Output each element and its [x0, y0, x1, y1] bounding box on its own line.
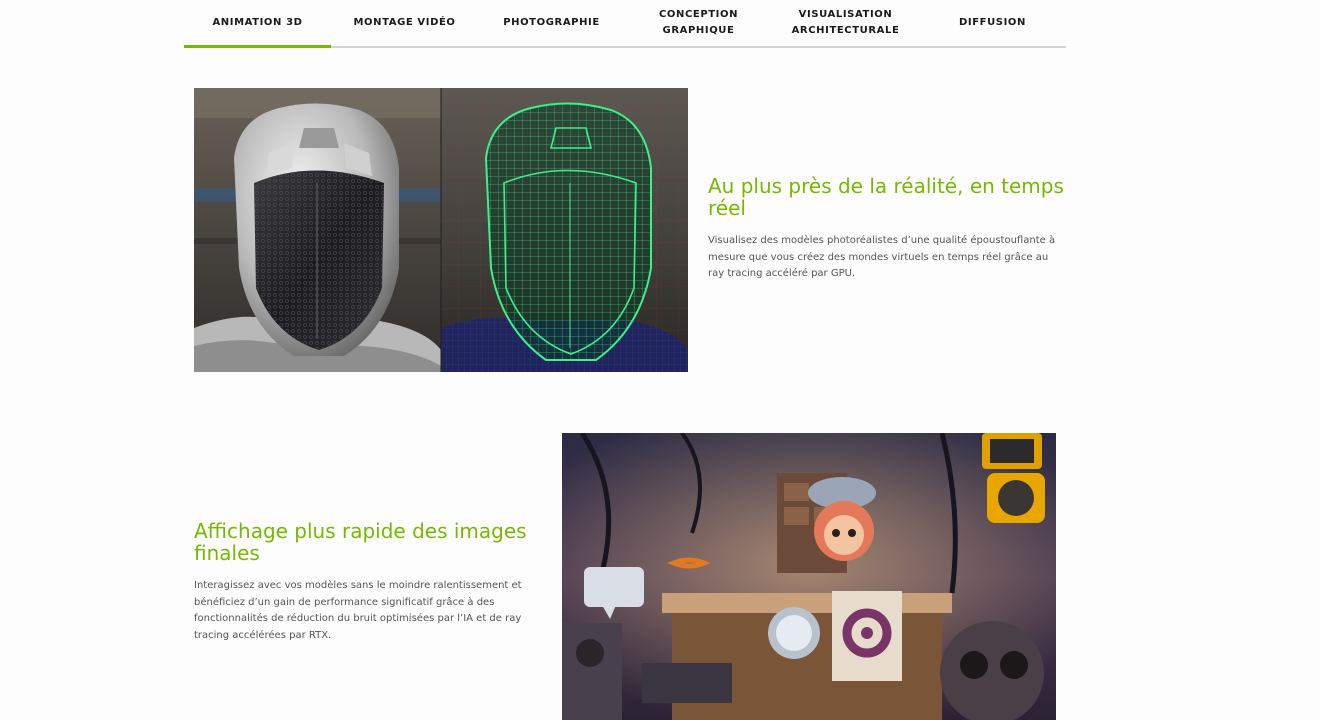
feature-title-faster-rendering: Affichage plus rapide des images finales — [194, 519, 527, 565]
workshop-illustration-image — [562, 433, 1056, 720]
feature-description-realtime: Visualisez des modèles photoréalistes d’… — [708, 235, 1056, 279]
tab-animation-3d[interactable]: ANIMATION 3D — [184, 0, 331, 48]
category-tabs: ANIMATION 3D MONTAGE VIDÉO PHOTOGRAPHIE … — [184, 0, 1066, 48]
tab-conception-graphique[interactable]: CONCEPTION GRAPHIQUE — [625, 0, 772, 46]
tab-montage-video[interactable]: MONTAGE VIDÉO — [331, 0, 478, 46]
page: ANIMATION 3D MONTAGE VIDÉO PHOTOGRAPHIE … — [0, 0, 1320, 720]
helmet-render-comparison-image — [194, 88, 688, 372]
tab-photographie[interactable]: PHOTOGRAPHIE — [478, 0, 625, 46]
feature-description-faster-rendering: Interagissez avec vos modèles sans le mo… — [194, 580, 522, 641]
feature-title-realtime: Au plus près de la réalité, en temps rée… — [708, 174, 1064, 220]
tab-diffusion[interactable]: DIFFUSION — [919, 0, 1066, 46]
tab-visualisation-architecturale[interactable]: VISUALISATION ARCHITECTURALE — [772, 0, 919, 46]
